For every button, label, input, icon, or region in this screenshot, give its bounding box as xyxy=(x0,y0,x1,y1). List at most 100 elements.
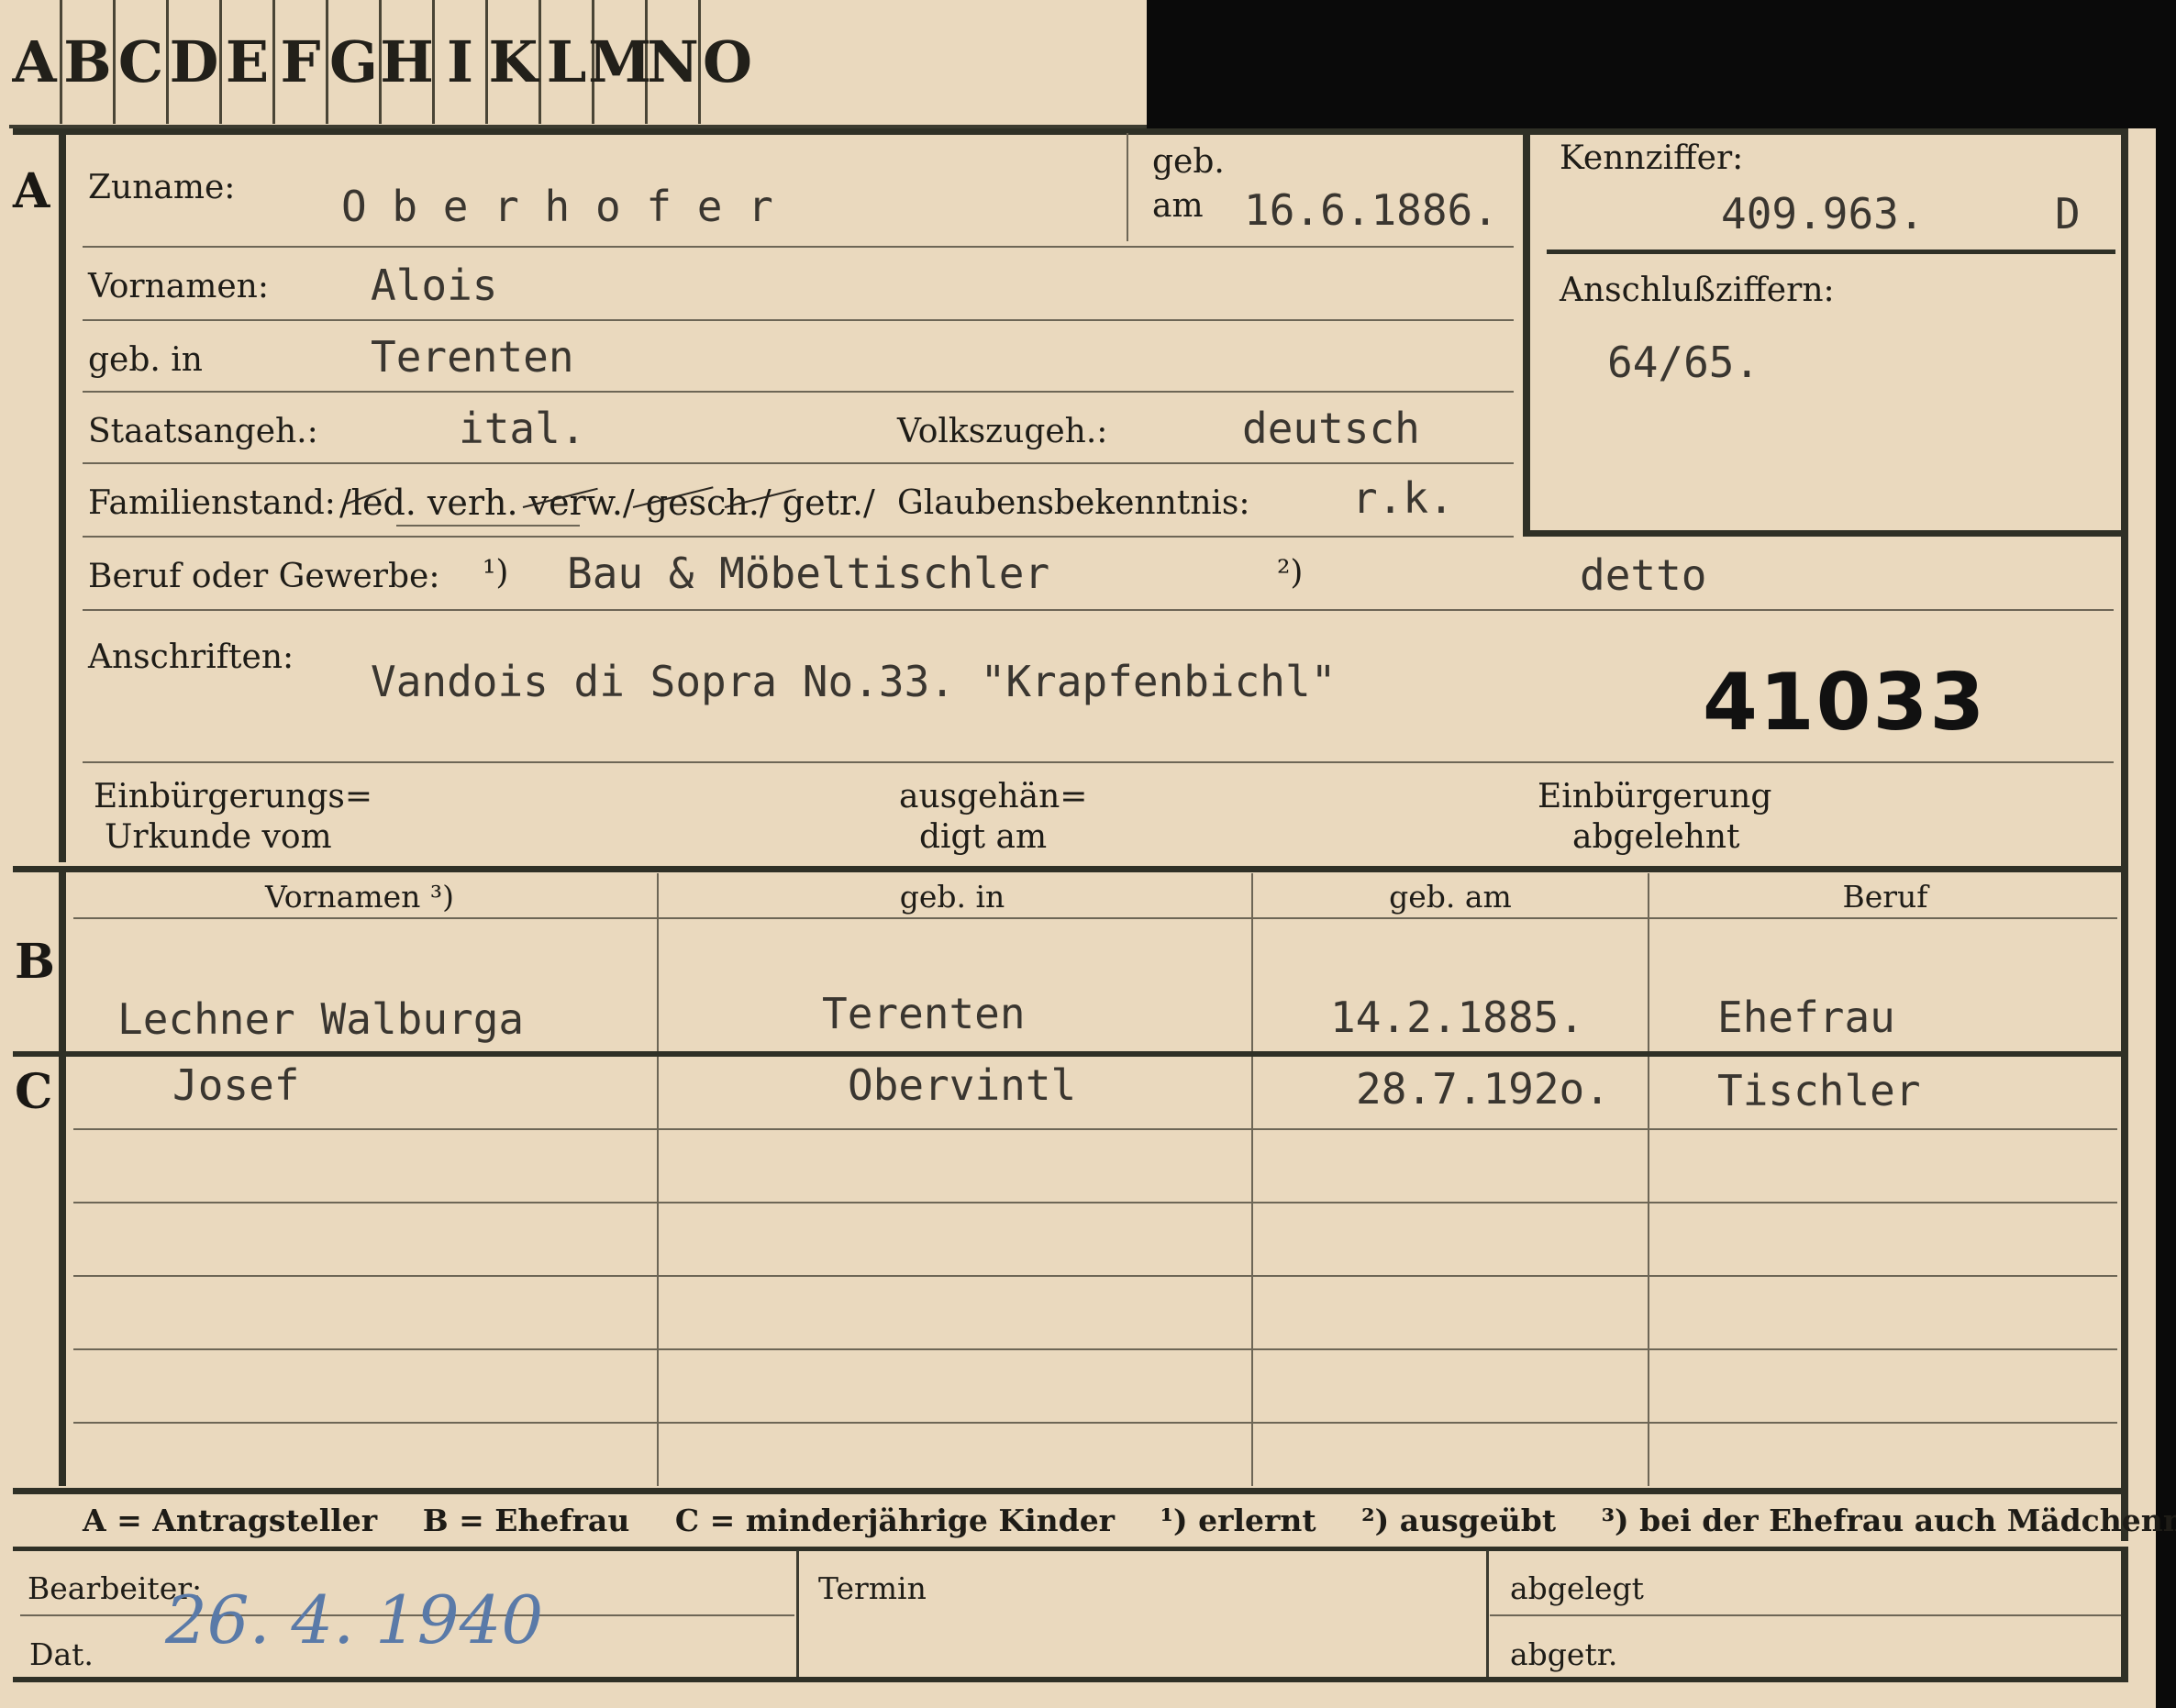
legend-note-1: ¹) erlernt xyxy=(1160,1503,1316,1538)
tab-c[interactable]: C xyxy=(116,0,169,124)
section-c-top-border xyxy=(13,1051,2128,1057)
tab-f[interactable]: F xyxy=(275,0,328,124)
staatsangeh-label: Staatsangeh.: xyxy=(88,413,318,450)
footer-divider-2 xyxy=(1486,1550,1489,1680)
geb-am-divider xyxy=(1127,133,1128,241)
tab-b[interactable]: B xyxy=(62,0,116,124)
section-c-marker: C xyxy=(15,1064,53,1120)
footer-divider-1 xyxy=(796,1550,799,1680)
kennziffer-box-right xyxy=(2121,128,2128,1541)
legend: A = Antragsteller B = Ehefrau C = minder… xyxy=(83,1503,2176,1538)
kennziffer-box-bottom xyxy=(1523,530,2128,537)
tab-n[interactable]: N xyxy=(647,0,701,124)
abgetr-label: abgetr. xyxy=(1510,1636,1618,1672)
einb-abgelehnt-label-2: abgelehnt xyxy=(1572,818,1740,856)
background-corner xyxy=(1147,0,2176,128)
kennziffer-box-left xyxy=(1523,128,1530,537)
staatsangeh-value: ital. xyxy=(459,404,586,453)
c-row-line-1 xyxy=(73,1128,2117,1130)
legend-note-2: ²) ausgeübt xyxy=(1361,1503,1557,1538)
einb-abgelehnt-label-1: Einbürgerung xyxy=(1538,778,1772,815)
section-a-marker: A xyxy=(13,163,50,219)
einb-urkunde-label-1: Einbürgerungs= xyxy=(94,778,373,815)
footer-bottom-border xyxy=(13,1677,2128,1682)
c-row-line-4 xyxy=(73,1348,2117,1350)
tab-o[interactable]: O xyxy=(701,0,754,124)
section-a-left-rule xyxy=(59,128,66,862)
dat-label: Dat. xyxy=(29,1636,94,1672)
kennziffer-divider xyxy=(1547,250,2115,254)
termin-label: Termin xyxy=(818,1570,927,1606)
table-top-border xyxy=(13,866,2128,872)
header-underline xyxy=(73,917,2117,919)
row-line-7 xyxy=(83,761,2114,763)
row-line-3 xyxy=(83,391,1514,393)
row-line-6 xyxy=(83,609,2114,611)
b-vornamen: Lechner Walburga xyxy=(117,994,525,1044)
background-edge xyxy=(2156,0,2176,1708)
anschriften-label: Anschriften: xyxy=(88,638,294,676)
kennziffer-label: Kennziffer: xyxy=(1560,139,1744,177)
b-geb-am: 14.2.1885. xyxy=(1330,993,1584,1042)
row-line-2 xyxy=(83,319,1514,321)
kennziffer-suffix: D xyxy=(2055,189,2081,238)
tab-e[interactable]: E xyxy=(222,0,275,124)
row-line-4 xyxy=(83,462,1514,464)
beruf-label: Beruf oder Gewerbe: xyxy=(88,558,440,595)
geb-label: geb. xyxy=(1152,143,1225,181)
geb-in-label: geb. in xyxy=(88,341,203,379)
handwritten-date: 26. 4. 1940 xyxy=(165,1581,544,1658)
c-row-line-2 xyxy=(73,1202,2117,1203)
header-geb-am: geb. am xyxy=(1389,879,1512,915)
ausgehaendigt-label-2: digt am xyxy=(919,818,1048,856)
section-b-marker: B xyxy=(15,934,55,990)
legend-a: A = Antragsteller xyxy=(83,1503,378,1538)
kennziffer-value: 409.963. xyxy=(1721,189,1925,238)
col-divider-3 xyxy=(1648,873,1649,1486)
geb-in-value: Terenten xyxy=(371,332,574,382)
table-left-rule xyxy=(59,866,66,1486)
b-geb-in: Terenten xyxy=(822,989,1026,1038)
c-row-line-5 xyxy=(73,1422,2117,1424)
row-line-5 xyxy=(83,536,1514,538)
row-line-1 xyxy=(83,246,1514,248)
footer-right-border xyxy=(2121,1550,2128,1680)
col-divider-2 xyxy=(1251,873,1253,1486)
b-beruf: Ehefrau xyxy=(1717,993,1895,1042)
stamp-number: 41033 xyxy=(1703,657,1987,749)
legend-top-border xyxy=(13,1488,2128,1494)
tab-i[interactable]: I xyxy=(435,0,488,124)
legend-bottom-border xyxy=(13,1547,2128,1551)
beruf-note-2: ²) xyxy=(1277,554,1304,592)
tab-a[interactable]: A xyxy=(9,0,62,124)
legend-b: B = Ehefrau xyxy=(422,1503,630,1538)
tab-k[interactable]: K xyxy=(488,0,541,124)
beruf-note-1: ¹) xyxy=(483,554,509,592)
geb-am-value: 16.6.1886. xyxy=(1244,185,1498,235)
ausgehaendigt-label-1: ausgehän= xyxy=(899,778,1088,815)
header-vornamen: Vornamen ³) xyxy=(264,879,455,915)
tab-g[interactable]: G xyxy=(328,0,382,124)
c-row-1-beruf: Tischler xyxy=(1717,1066,1921,1115)
legend-note-3: ³) bei der Ehefrau auch Mädchenname xyxy=(1601,1503,2176,1538)
c-row-1-geb-am: 28.7.192o. xyxy=(1356,1064,1610,1114)
tab-d[interactable]: D xyxy=(169,0,222,124)
am-label: am xyxy=(1152,187,1204,225)
header-beruf: Beruf xyxy=(1842,879,1928,915)
section-a-top-border xyxy=(13,128,2128,135)
glauben-label: Glaubensbekenntnis: xyxy=(897,484,1250,522)
volkszugeh-value: deutsch xyxy=(1242,404,1420,453)
tab-l[interactable]: L xyxy=(541,0,594,124)
alphabet-tab-strip: A B C D E F G H I K L M N O xyxy=(0,0,1147,128)
vornamen-label: Vornamen: xyxy=(88,268,269,305)
familienstand-underline xyxy=(396,525,580,527)
vornamen-value: Alois xyxy=(371,261,498,310)
c-row-1-vornamen: Josef xyxy=(172,1060,300,1110)
tab-h[interactable]: H xyxy=(380,0,435,124)
c-row-line-3 xyxy=(73,1275,2117,1277)
familienstand-label: Familienstand: xyxy=(88,484,336,522)
legend-c: C = minderjährige Kinder xyxy=(674,1503,1116,1538)
volkszugeh-label: Volkszugeh.: xyxy=(897,413,1108,450)
abgelegt-label: abgelegt xyxy=(1510,1570,1644,1606)
tab-m[interactable]: M xyxy=(588,0,651,124)
